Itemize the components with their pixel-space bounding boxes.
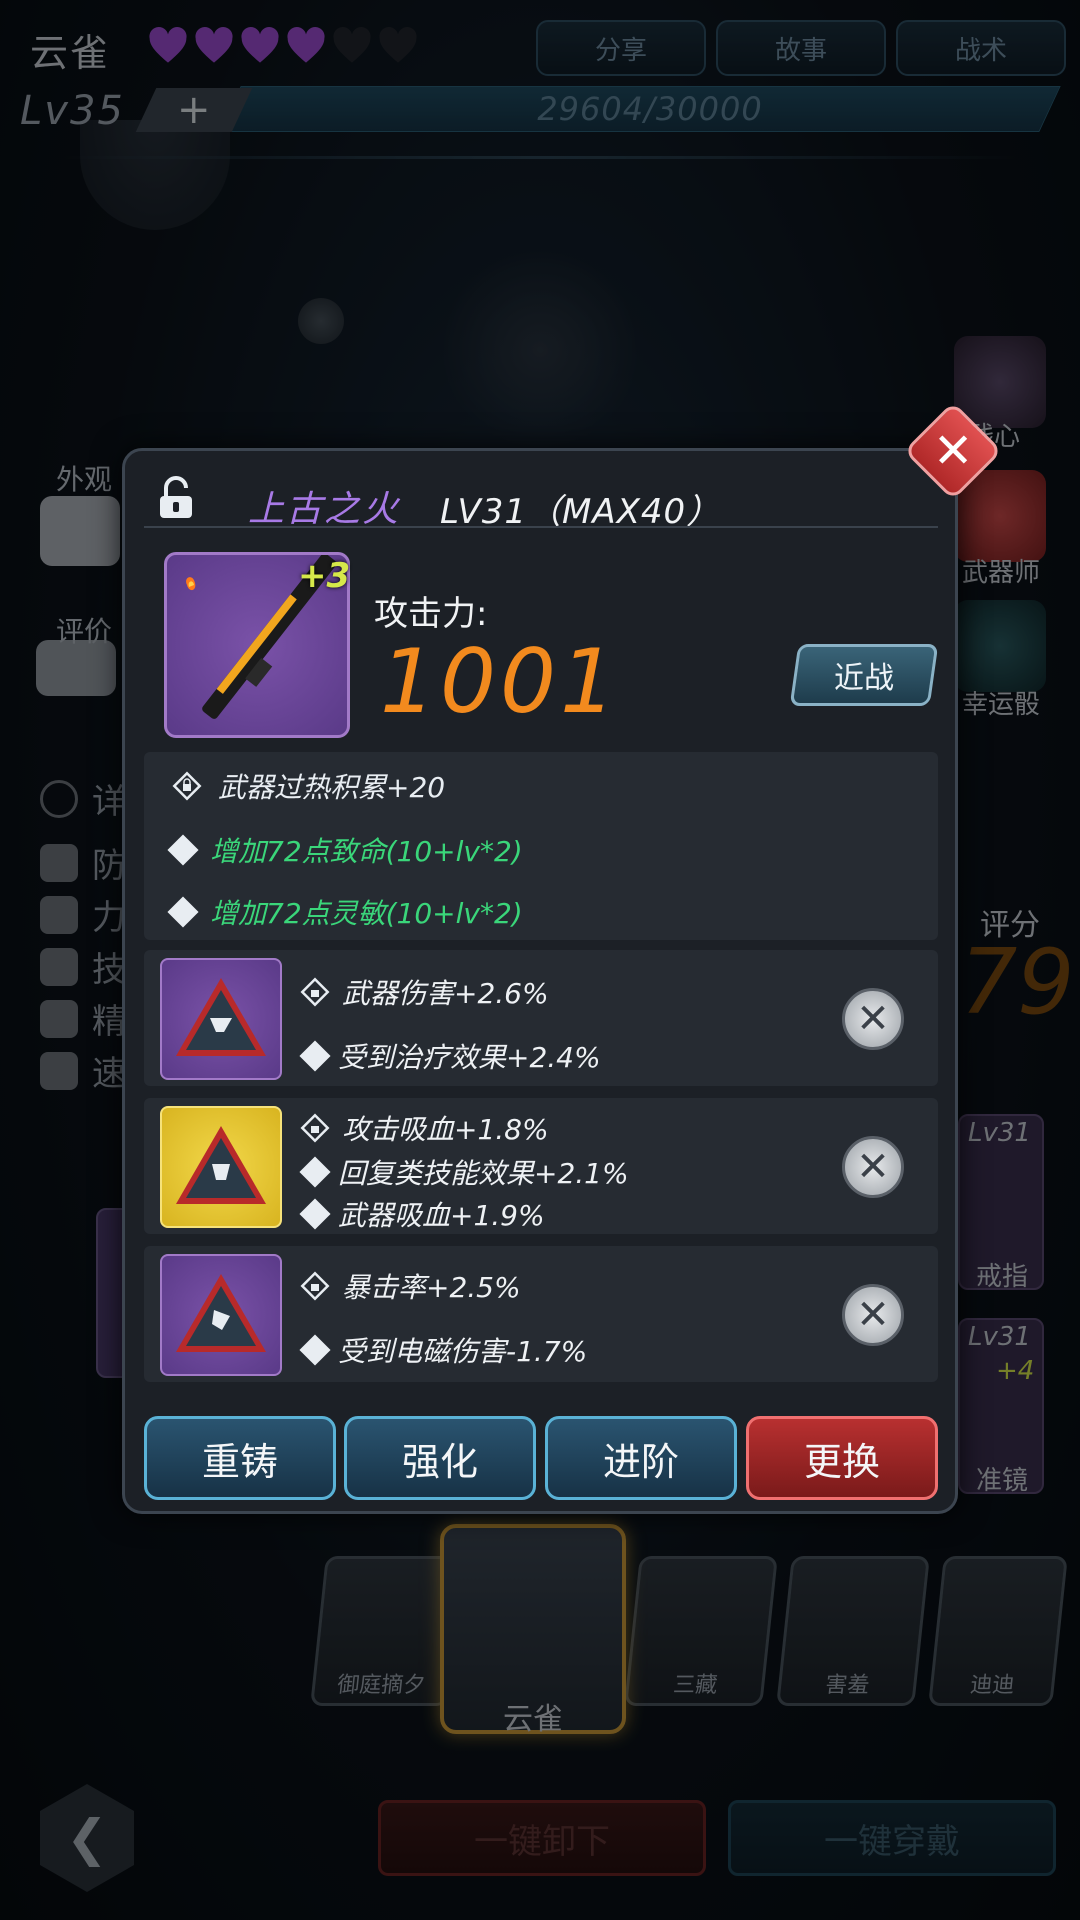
- gem-stat-line: 暴击率+2.5%: [300, 1266, 521, 1306]
- close-icon: ✕: [856, 1292, 890, 1338]
- gem-stat-text: 武器吸血+1.9%: [338, 1199, 545, 1232]
- locked-diamond-icon: [300, 1113, 330, 1143]
- diamond-icon: [167, 896, 199, 928]
- title-divider: [144, 526, 938, 528]
- base-stat-line: 增加72点致命(10+lv*2): [167, 830, 523, 870]
- unlock-icon[interactable]: [156, 476, 196, 520]
- gem-stat-line: 受到电磁伤害-1.7%: [299, 1330, 588, 1370]
- triangle-gem-icon[interactable]: [160, 958, 282, 1080]
- gem-stat-text: 攻击吸血+1.8%: [342, 1113, 549, 1146]
- diamond-icon: [299, 1156, 331, 1188]
- diamond-icon: [299, 1334, 331, 1366]
- enhance-button[interactable]: 强化: [344, 1416, 536, 1500]
- close-icon: ✕: [932, 423, 974, 479]
- base-stat-text: 增加72点致命(10+lv*2): [210, 835, 523, 868]
- gem-stat-line: 受到治疗效果+2.4%: [299, 1036, 601, 1076]
- locked-diamond-icon: [300, 1271, 330, 1301]
- gem-stat-text: 受到治疗效果+2.4%: [338, 1041, 601, 1074]
- attack-value: 1001: [380, 630, 620, 733]
- close-icon: ✕: [856, 1144, 890, 1190]
- base-stat-text: 增加72点灵敏(10+lv*2): [210, 897, 523, 930]
- advance-button[interactable]: 进阶: [545, 1416, 737, 1500]
- remove-gem-button[interactable]: ✕: [842, 988, 904, 1050]
- weapon-type-badge[interactable]: 近战: [789, 644, 939, 706]
- base-stat-text: 武器过热积累+20: [218, 771, 446, 804]
- remove-gem-button[interactable]: ✕: [842, 1284, 904, 1346]
- base-stat-line: 武器过热积累+20: [172, 766, 445, 806]
- gem-stat-line: 攻击吸血+1.8%: [300, 1108, 549, 1148]
- remove-gem-button[interactable]: ✕: [842, 1136, 904, 1198]
- diamond-icon: [299, 1198, 331, 1230]
- weapon-name: 上古之火: [248, 489, 401, 530]
- close-icon: ✕: [856, 996, 890, 1042]
- gem-stat-text: 暴击率+2.5%: [342, 1271, 521, 1304]
- weapon-type-label: 近战: [834, 661, 894, 696]
- diamond-icon: [299, 1040, 331, 1072]
- gem-stat-text: 武器伤害+2.6%: [342, 977, 549, 1010]
- locked-diamond-icon: [300, 977, 330, 1007]
- reforge-button[interactable]: 重铸: [144, 1416, 336, 1500]
- gem-stat-line: 武器伤害+2.6%: [300, 972, 549, 1012]
- gem-stat-line: 回复类技能效果+2.1%: [299, 1152, 629, 1192]
- triangle-gem-icon[interactable]: [160, 1254, 282, 1376]
- gem-stat-text: 回复类技能效果+2.1%: [338, 1157, 629, 1190]
- diamond-icon: [167, 834, 199, 866]
- gem-stat-line: 武器吸血+1.9%: [299, 1194, 545, 1234]
- gem-stat-text: 受到电磁伤害-1.7%: [338, 1335, 588, 1368]
- triangle-gem-icon[interactable]: [160, 1106, 282, 1228]
- upgrade-badge: +3: [298, 556, 351, 596]
- base-stat-line: 增加72点灵敏(10+lv*2): [167, 892, 523, 932]
- replace-button[interactable]: 更换: [746, 1416, 938, 1500]
- locked-diamond-icon: [172, 771, 202, 801]
- attack-label: 攻击力:: [374, 594, 488, 634]
